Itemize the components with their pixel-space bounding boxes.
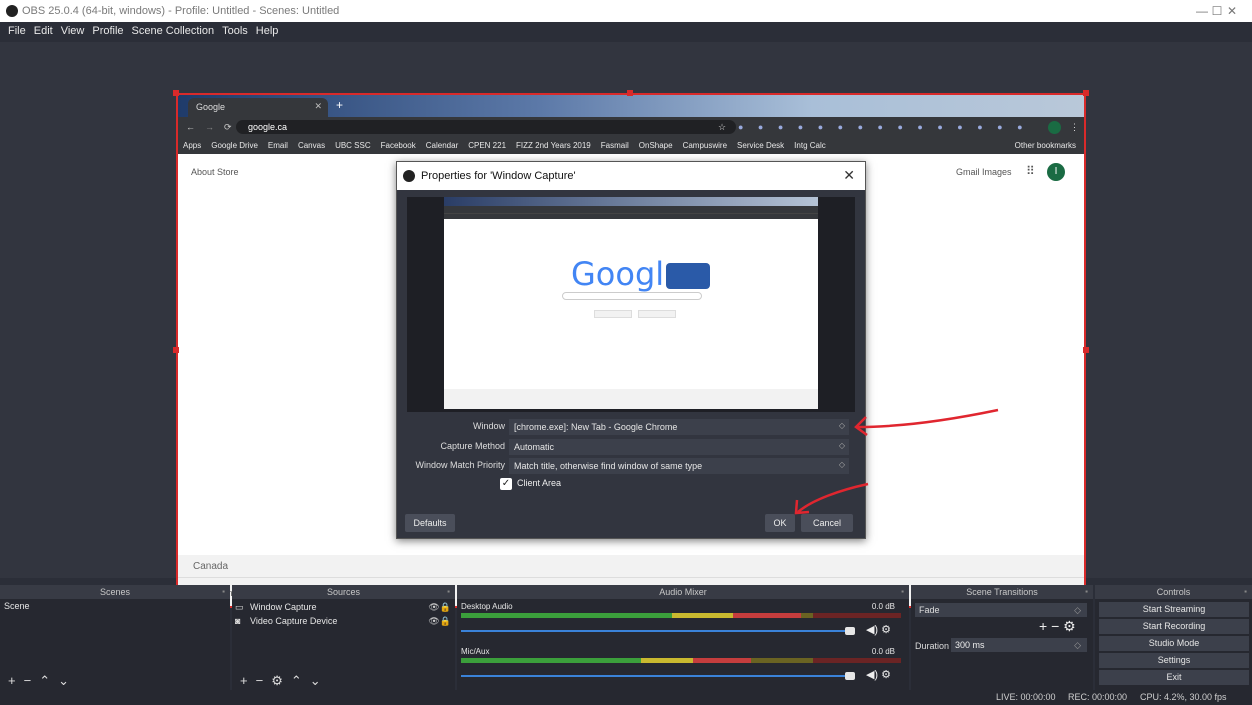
spinner-icon: ◇ <box>1074 605 1081 615</box>
sources-toolbar: + − ⚙ ⌃ ⌄ <box>240 673 321 689</box>
channel-db: 0.0 dB <box>871 602 895 611</box>
channel-db: 0.0 dB <box>871 647 895 656</box>
sources-header: Sources ▪ <box>232 585 455 599</box>
mute-and-settings-icons[interactable]: ◀) ⚙ <box>866 623 891 636</box>
audio-mixer-header: Audio Mixer ▪ <box>457 585 909 599</box>
exit-button[interactable]: Exit <box>1099 670 1249 685</box>
cpu-usage: CPU: 4.2%, 30.00 fps <box>1140 692 1227 702</box>
volume-meter-level <box>461 613 801 618</box>
scenes-toolbar: + − ⌃ ⌄ <box>8 673 69 689</box>
add-source-icon[interactable]: + <box>240 673 248 689</box>
controls-dock: Controls ▪ Start Streaming Start Recordin… <box>1095 585 1252 690</box>
source-properties-icon[interactable]: ⚙ <box>271 673 283 689</box>
mute-and-settings-icons[interactable]: ◀) ⚙ <box>866 668 891 681</box>
move-up-icon[interactable]: ⌃ <box>39 673 50 689</box>
remove-scene-icon[interactable]: − <box>24 673 32 689</box>
channel-name: Mic/Aux <box>461 647 490 656</box>
source-item[interactable]: ◙ Video Capture Device 👁🔒 <box>232 615 455 628</box>
transition-select[interactable]: Fade ◇ <box>915 603 1087 617</box>
start-streaming-button[interactable]: Start Streaming <box>1099 602 1249 617</box>
transition-add-remove-settings-icons[interactable]: + − ⚙ <box>1039 618 1076 635</box>
remove-source-icon[interactable]: − <box>256 673 264 689</box>
scenes-dock: Scenes ▪ Scene + − ⌃ ⌄ <box>0 585 230 690</box>
status-bar: LIVE: 00:00:00 REC: 00:00:00 CPU: 4.2%, … <box>0 690 1252 705</box>
visibility-eye-icon[interactable]: 👁🔒 <box>428 615 451 628</box>
volume-meter-level <box>461 658 751 663</box>
arrow-to-ok-button <box>797 482 869 513</box>
scene-transitions-header: Scene Transitions ▪ <box>911 585 1093 599</box>
dock-area: Scenes ▪ Scene + − ⌃ ⌄ Sources ▪ ▭ Window … <box>0 585 1252 690</box>
duration-label: Duration <box>915 641 950 651</box>
channel-name: Desktop Audio <box>461 602 513 611</box>
spinner-icon: ◇ <box>1074 640 1081 650</box>
volume-slider[interactable] <box>461 675 851 677</box>
audio-mixer-dock: Audio Mixer ▪ Desktop Audio 0.0 dB ◀) ⚙ M… <box>457 585 909 690</box>
sources-dock: Sources ▪ ▭ Window Capture 👁🔒 ◙ Video Cap… <box>232 585 455 690</box>
rec-timer: REC: 00:00:00 <box>1068 692 1128 702</box>
add-scene-icon[interactable]: + <box>8 673 16 689</box>
live-timer: LIVE: 00:00:00 <box>996 692 1056 702</box>
scenes-header: Scenes ▪ <box>0 585 230 599</box>
move-down-icon[interactable]: ⌄ <box>310 673 321 689</box>
start-recording-button[interactable]: Start Recording <box>1099 619 1249 634</box>
obs-window: OBS 25.0.4 (64-bit, windows) - Profile: … <box>0 0 1252 705</box>
window-icon: ▭ <box>235 602 244 612</box>
arrow-to-window-select <box>857 408 999 429</box>
camera-icon: ◙ <box>235 616 241 626</box>
settings-button[interactable]: Settings <box>1099 653 1249 668</box>
controls-header: Controls ▪ <box>1095 585 1252 599</box>
volume-slider-knob[interactable] <box>845 672 855 680</box>
scene-item[interactable]: Scene <box>0 600 230 613</box>
move-up-icon[interactable]: ⌃ <box>291 673 302 689</box>
scene-transitions-dock: Scene Transitions ▪ Fade ◇ + − ⚙ Duration… <box>911 585 1093 690</box>
volume-slider[interactable] <box>461 630 851 632</box>
studio-mode-button[interactable]: Studio Mode <box>1099 636 1249 651</box>
move-down-icon[interactable]: ⌄ <box>58 673 69 689</box>
volume-slider-knob[interactable] <box>845 627 855 635</box>
duration-input[interactable]: 300 ms ◇ <box>951 638 1087 652</box>
visibility-eye-icon[interactable]: 👁🔒 <box>428 601 451 614</box>
source-item[interactable]: ▭ Window Capture 👁🔒 <box>232 601 455 614</box>
